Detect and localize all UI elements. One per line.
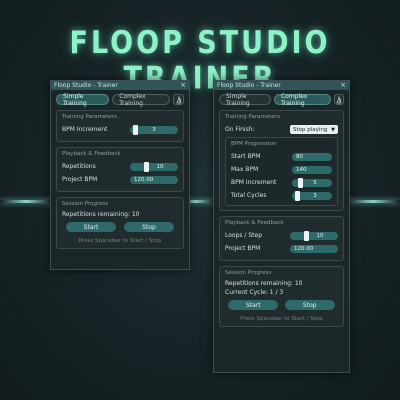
bpm-increment-slider[interactable]: 3	[130, 124, 178, 135]
spacebar-hint: Press Spacebar to Start / Stop	[240, 316, 323, 322]
on-finish-value: Stop playing	[293, 126, 328, 133]
session-progress-panel: Session Progress Repetitions remaining: …	[219, 266, 344, 327]
training-parameters-panel: Training Parameters On Finish: Stop play…	[219, 110, 344, 211]
project-bpm-input[interactable]: 120.00	[290, 244, 338, 253]
on-finish-label: On Finish:	[225, 126, 255, 133]
panel-title: Session Progress	[225, 270, 272, 276]
total-cycles-value: 3	[313, 192, 317, 199]
tab-simple-training[interactable]: Simple Training	[219, 93, 271, 107]
max-bpm-input[interactable]: 140	[292, 165, 332, 174]
bpm-increment-label: BPM Increment	[231, 179, 277, 186]
project-bpm-input[interactable]: 120.00	[130, 175, 178, 184]
close-icon[interactable]: ×	[340, 81, 346, 90]
panel-title: Training Parameters	[225, 114, 280, 120]
start-button[interactable]: Start	[66, 222, 116, 232]
loops-per-step-value: 10	[316, 232, 324, 239]
stop-button[interactable]: Stop	[124, 222, 174, 232]
tab-bar: Simple Training Complex Training	[51, 90, 189, 107]
glow-line-left	[0, 200, 52, 203]
bpm-increment-value: 5	[313, 179, 317, 186]
panel-title: Playback & Feedback	[225, 220, 284, 226]
trainer-window-complex: Floop Studio - Trainer × Simple Training…	[213, 80, 350, 373]
repetitions-label: Repetitions	[62, 163, 96, 170]
panel-title: Training Parameters	[62, 114, 117, 120]
slider-knob[interactable]	[295, 190, 300, 201]
loops-per-step-slider[interactable]: 10	[290, 230, 338, 241]
metronome-icon[interactable]	[333, 94, 344, 105]
tab-simple-training[interactable]: Simple Training	[56, 93, 110, 107]
slider-knob[interactable]	[144, 161, 149, 172]
start-bpm-input[interactable]: 80	[292, 152, 332, 161]
close-icon[interactable]: ×	[180, 81, 186, 90]
slider-knob[interactable]	[133, 124, 138, 135]
total-cycles-slider[interactable]: 3	[292, 190, 332, 201]
chevron-down-icon: ▼	[331, 126, 335, 133]
tab-complex-training[interactable]: Complex Training	[273, 93, 331, 107]
repetitions-value: 10	[156, 163, 164, 170]
spacebar-hint: Press Spacebar to Start / Stop	[78, 238, 162, 244]
current-cycle: Current Cycle: 1 / 3	[225, 289, 284, 296]
max-bpm-label: Max BPM	[231, 166, 259, 173]
repetitions-remaining: Repetitions remaining: 10	[62, 211, 140, 218]
tab-complex-training[interactable]: Complex Training	[112, 93, 171, 107]
window-title: Floop Studio - Trainer	[54, 82, 118, 89]
bpm-increment-slider[interactable]: 5	[292, 177, 332, 188]
trainer-window-simple: Floop Studio - Trainer × Simple Training…	[50, 80, 190, 270]
bpm-increment-value: 3	[152, 126, 156, 133]
metronome-icon[interactable]	[173, 94, 184, 105]
slider-knob[interactable]	[304, 230, 309, 241]
repetitions-slider[interactable]: 10	[130, 161, 178, 172]
window-title: Floop Studio - Trainer	[217, 82, 281, 89]
glow-line-right	[346, 200, 400, 203]
on-finish-select[interactable]: Stop playing ▼	[290, 125, 338, 134]
panel-title: BPM Progression	[231, 141, 277, 147]
session-progress-panel: Session Progress Repetitions remaining: …	[56, 197, 184, 249]
bpm-increment-label: BPM Increment	[62, 126, 108, 133]
project-bpm-label: Project BPM	[225, 245, 261, 252]
total-cycles-label: Total Cycles	[231, 192, 267, 199]
project-bpm-label: Project BPM	[62, 176, 98, 183]
start-button[interactable]: Start	[228, 300, 279, 310]
panel-title: Session Progress	[62, 201, 109, 207]
window-titlebar[interactable]: Floop Studio - Trainer ×	[51, 81, 189, 90]
training-parameters-panel: Training Parameters BPM Increment 3	[56, 110, 184, 142]
slider-knob[interactable]	[298, 177, 303, 188]
bpm-progression-panel: BPM Progression Start BPM 80 Max BPM 140…	[225, 137, 338, 206]
start-bpm-label: Start BPM	[231, 153, 261, 160]
loops-per-step-label: Loops / Step	[225, 232, 263, 239]
playback-feedback-panel: Playback & Feedback Repetitions 10 Proje…	[56, 147, 184, 192]
repetitions-remaining: Repetitions remaining: 10	[225, 280, 303, 287]
window-titlebar[interactable]: Floop Studio - Trainer ×	[214, 81, 349, 90]
stop-button[interactable]: Stop	[284, 300, 335, 310]
tab-bar: Simple Training Complex Training	[214, 90, 349, 107]
playback-feedback-panel: Playback & Feedback Loops / Step 10 Proj…	[219, 216, 344, 261]
panel-title: Playback & Feedback	[62, 151, 121, 157]
